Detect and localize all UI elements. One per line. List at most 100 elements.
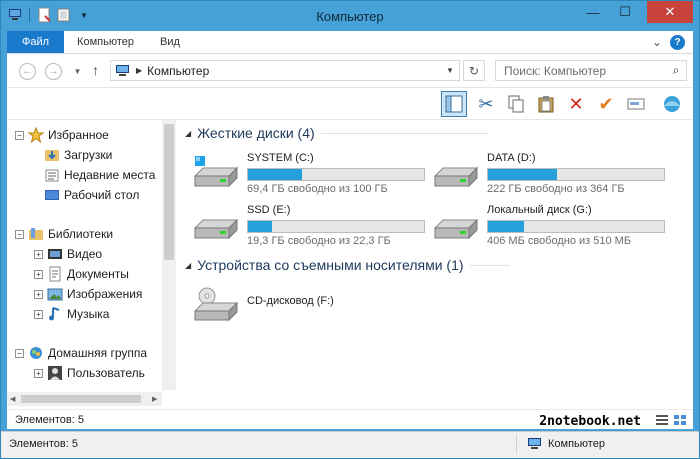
drive-usage-fill — [488, 169, 557, 180]
search-icon[interactable]: ⌕ — [666, 63, 686, 78]
documents-library-icon — [47, 266, 63, 282]
tree-label: Изображения — [67, 287, 143, 301]
tree-node-recent-places[interactable]: Недавние места — [44, 166, 155, 184]
collapse-group-icon[interactable]: ◢ — [185, 261, 191, 270]
group-divider — [320, 132, 489, 134]
address-bar-row: ← → ▼ ↑ ▶ Компьютер ▼ ↻ Поиск: Компьютер… — [7, 53, 693, 87]
expand-icon[interactable]: + — [34, 289, 43, 299]
search-input[interactable]: Поиск: Компьютер ⌕ — [495, 60, 687, 81]
command-toolbar: ✂ ✕ ✔ — [7, 87, 693, 119]
address-chevron-icon[interactable]: ▶ — [136, 66, 142, 75]
tree-node-user[interactable]: + Пользователь — [34, 364, 145, 382]
scroll-right-icon[interactable]: ▶ — [152, 395, 157, 403]
ribbon-collapse-icon[interactable]: ⌄ — [652, 35, 662, 49]
nav-horizontal-scrollbar[interactable]: ◀ ▶ — [7, 392, 162, 406]
collapse-icon[interactable]: − — [15, 130, 24, 140]
drive-item[interactable]: SSD (E:) 19,3 ГБ свободно из 22,3 ГБ — [193, 202, 433, 247]
navigation-pane-button[interactable] — [441, 91, 467, 117]
drive-free-space: 19,3 ГБ свободно из 22,3 ГБ — [247, 235, 391, 247]
group-header-hard-drives[interactable]: ◢ Жесткие диски (4) — [185, 125, 489, 141]
back-button[interactable]: ← — [19, 63, 36, 80]
group-divider — [469, 264, 510, 266]
details-view-icon[interactable] — [655, 414, 669, 426]
address-dropdown-icon[interactable]: ▼ — [441, 66, 459, 75]
status-location: Компьютер — [527, 437, 605, 451]
collapse-icon[interactable]: − — [15, 348, 24, 358]
tree-node-favorites[interactable]: − Избранное — [15, 126, 109, 144]
star-icon — [27, 126, 45, 144]
computer-small-icon — [116, 64, 129, 76]
drive-free-space: 69,4 ГБ свободно из 100 ГБ — [247, 183, 388, 195]
drive-name: SSD (E:) — [247, 204, 291, 216]
expand-icon[interactable]: + — [34, 309, 43, 319]
expand-icon[interactable]: + — [34, 249, 43, 259]
desktop-icon — [44, 187, 60, 203]
ribbon-right-controls: ⌄ ? — [652, 31, 693, 53]
nav-vertical-scrollbar[interactable] — [162, 120, 176, 390]
ribbon-tabs: Файл Компьютер Вид ⌄ ? — [7, 31, 693, 53]
group-header-removable[interactable]: ◢ Устройства со съемными носителями (1) — [185, 257, 510, 273]
up-arrow-icon[interactable]: ↑ — [92, 62, 99, 78]
tree-node-downloads[interactable]: Загрузки — [44, 146, 112, 164]
refresh-button[interactable]: ↻ — [463, 60, 485, 81]
rename-icon[interactable] — [623, 91, 649, 117]
drive-item[interactable]: DATA (D:) 222 ГБ свободно из 364 ГБ — [433, 150, 673, 195]
tree-label: Видео — [67, 247, 103, 261]
minimize-button[interactable]: — — [577, 1, 609, 23]
copy-icon[interactable] — [503, 91, 529, 117]
recent-locations-chevron-down-icon[interactable]: ▼ — [69, 63, 86, 80]
cut-icon[interactable]: ✂ — [473, 91, 499, 117]
tree-label: Рабочий стол — [64, 188, 140, 202]
address-field[interactable]: ▶ Компьютер ▼ — [110, 60, 460, 81]
drive-name: DATA (D:) — [487, 152, 536, 164]
tree-label: Библиотеки — [48, 227, 114, 241]
tree-node-desktop[interactable]: Рабочий стол — [44, 186, 139, 204]
downloads-folder-icon — [44, 147, 60, 163]
tree-node-music[interactable]: + Музыка — [34, 305, 109, 323]
tree-node-libraries[interactable]: − Библиотеки — [15, 225, 113, 243]
close-button[interactable]: ✕ — [647, 1, 693, 23]
drive-item[interactable]: Локальный диск (G:) 406 МБ свободно из 5… — [433, 202, 673, 247]
help-icon[interactable]: ? — [670, 34, 685, 50]
expand-icon[interactable]: + — [34, 269, 43, 279]
collapse-group-icon[interactable]: ◢ — [185, 129, 191, 138]
large-icons-view-icon[interactable] — [673, 414, 687, 426]
tab-file[interactable]: Файл — [7, 31, 65, 53]
content-pane: ◢ Жесткие диски (4) SYSTEM (C:) 69,4 ГБ … — [183, 120, 693, 410]
drive-usage-bar — [247, 220, 425, 233]
expand-icon[interactable]: + — [34, 368, 43, 378]
scrollbar-thumb[interactable] — [21, 395, 141, 403]
drive-item[interactable]: SYSTEM (C:) 69,4 ГБ свободно из 100 ГБ — [193, 150, 433, 195]
cd-drive-item[interactable]: CD-дисковод (F:) — [193, 283, 433, 327]
tree-node-documents[interactable]: + Документы — [34, 265, 129, 283]
group-title: Устройства со съемными носителями (1) — [197, 257, 464, 273]
main-area: − Избранное Загрузки Недавние места Рабо… — [7, 119, 693, 409]
cd-drive-icon — [193, 287, 239, 322]
tree-node-homegroup[interactable]: − Домашняя группа — [15, 344, 147, 362]
system-drive-icon — [193, 156, 239, 188]
delete-icon[interactable]: ✕ — [563, 91, 589, 117]
tab-view[interactable]: Вид — [147, 31, 193, 53]
tree-node-videos[interactable]: + Видео — [34, 245, 102, 263]
collapse-icon[interactable]: − — [15, 229, 24, 239]
scrollbar-thumb[interactable] — [164, 124, 174, 260]
status-bar: Элементов: 5 Компьютер — [1, 431, 699, 458]
tree-label: Музыка — [67, 307, 110, 321]
pictures-library-icon — [47, 286, 63, 302]
homegroup-icon — [28, 345, 44, 361]
maximize-button[interactable]: ☐ — [609, 1, 641, 23]
tree-label: Загрузки — [64, 148, 113, 162]
tab-computer[interactable]: Компьютер — [64, 31, 147, 53]
watermark-text: 2notebook.net — [539, 414, 641, 429]
computer-small-icon — [528, 438, 541, 449]
checkmark-icon[interactable]: ✔ — [593, 91, 619, 117]
tree-label: Пользователь — [67, 366, 145, 380]
status-location-label: Компьютер — [548, 438, 605, 450]
tree-node-pictures[interactable]: + Изображения — [34, 285, 142, 303]
address-path[interactable]: Компьютер — [147, 64, 209, 78]
forward-button[interactable]: → — [45, 63, 62, 80]
drive-name: SYSTEM (C:) — [247, 152, 314, 164]
scroll-left-icon[interactable]: ◀ — [10, 395, 15, 403]
paste-icon[interactable] — [533, 91, 559, 117]
shell-options-icon[interactable] — [659, 91, 685, 117]
